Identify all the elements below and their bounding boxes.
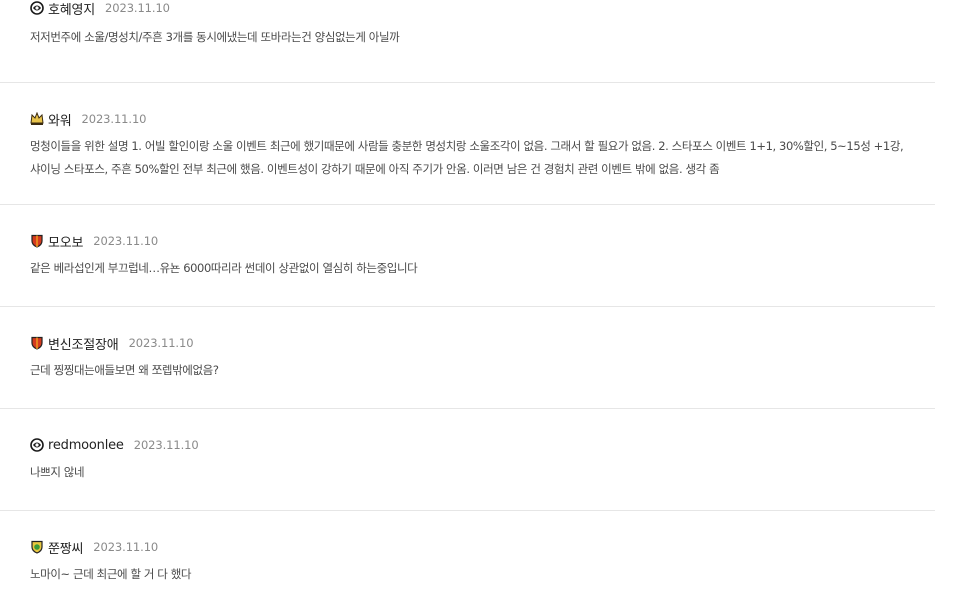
- green-shield-icon: [30, 540, 44, 554]
- author-nickname[interactable]: 와워: [48, 110, 72, 129]
- comment-text: 근데 찡찡대는애들보면 왜 쪼렙밖에없음?: [30, 363, 219, 377]
- comment-text: 노마이~ 근데 최근에 할 거 다 했다: [30, 567, 192, 581]
- comment-text: 같은 베라섭인게 부끄럽네…유뇬 6000따리라 썬데이 상관없이 열심히 하는…: [30, 261, 418, 275]
- comment-item: 호혜영지 2023.11.10 저저번주에 소울/명성치/주흔 3개를 동시에냈…: [0, 0, 935, 83]
- guild-emblem-bw-icon: [30, 438, 44, 452]
- comment-header: 쭌짱씨 2023.11.10: [30, 537, 158, 557]
- comment-text: 멍청이들을 위한 설명 1. 어빌 할인이랑 소울 이벤트 최근에 했기때문에 …: [30, 139, 904, 176]
- comment-text: 나쁘지 않네: [30, 465, 85, 479]
- comment-date: 2023.11.10: [128, 336, 194, 350]
- comment-date: 2023.11.10: [133, 438, 199, 452]
- comment-list: 호혜영지 2023.11.10 저저번주에 소울/명성치/주흔 3개를 동시에냈…: [0, 0, 963, 599]
- comment-date: 2023.11.10: [93, 540, 159, 554]
- comment-date: 2023.11.10: [105, 1, 170, 15]
- author-nickname[interactable]: 변신조절장애: [48, 334, 119, 353]
- comment-date: 2023.11.10: [81, 112, 147, 126]
- crown-emblem-icon: [30, 112, 44, 126]
- comment-header: 호혜영지 2023.11.10: [30, 0, 170, 18]
- comment-item: 쭌짱씨 2023.11.10 노마이~ 근데 최근에 할 거 다 했다: [0, 511, 935, 599]
- comment-header: 모오보 2023.11.10: [30, 231, 158, 251]
- comment-date: 2023.11.10: [93, 234, 159, 248]
- comment-header: 변신조절장애 2023.11.10: [30, 333, 194, 353]
- comment-text: 저저번주에 소울/명성치/주흔 3개를 동시에냈는데 또바라는건 양심없는게 아…: [30, 30, 400, 44]
- author-nickname[interactable]: 쭌짱씨: [48, 538, 83, 557]
- author-nickname[interactable]: 모오보: [48, 232, 83, 251]
- comment-item: redmoonlee 2023.11.10 나쁘지 않네: [0, 409, 935, 511]
- red-shield-icon: [30, 234, 44, 248]
- author-nickname[interactable]: redmoonlee: [48, 438, 124, 453]
- comment-item: 변신조절장애 2023.11.10 근데 찡찡대는애들보면 왜 쪼렙밖에없음?: [0, 307, 935, 409]
- guild-emblem-bw-icon: [30, 1, 44, 15]
- author-nickname[interactable]: 호혜영지: [48, 0, 95, 18]
- comment-item: 와워 2023.11.10 멍청이들을 위한 설명 1. 어빌 할인이랑 소울 …: [0, 83, 935, 205]
- comment-item: 모오보 2023.11.10 같은 베라섭인게 부끄럽네…유뇬 6000따리라 …: [0, 205, 935, 307]
- comment-header: redmoonlee 2023.11.10: [30, 435, 199, 455]
- comment-header: 와워 2023.11.10: [30, 109, 146, 129]
- red-shield-icon: [30, 336, 44, 350]
